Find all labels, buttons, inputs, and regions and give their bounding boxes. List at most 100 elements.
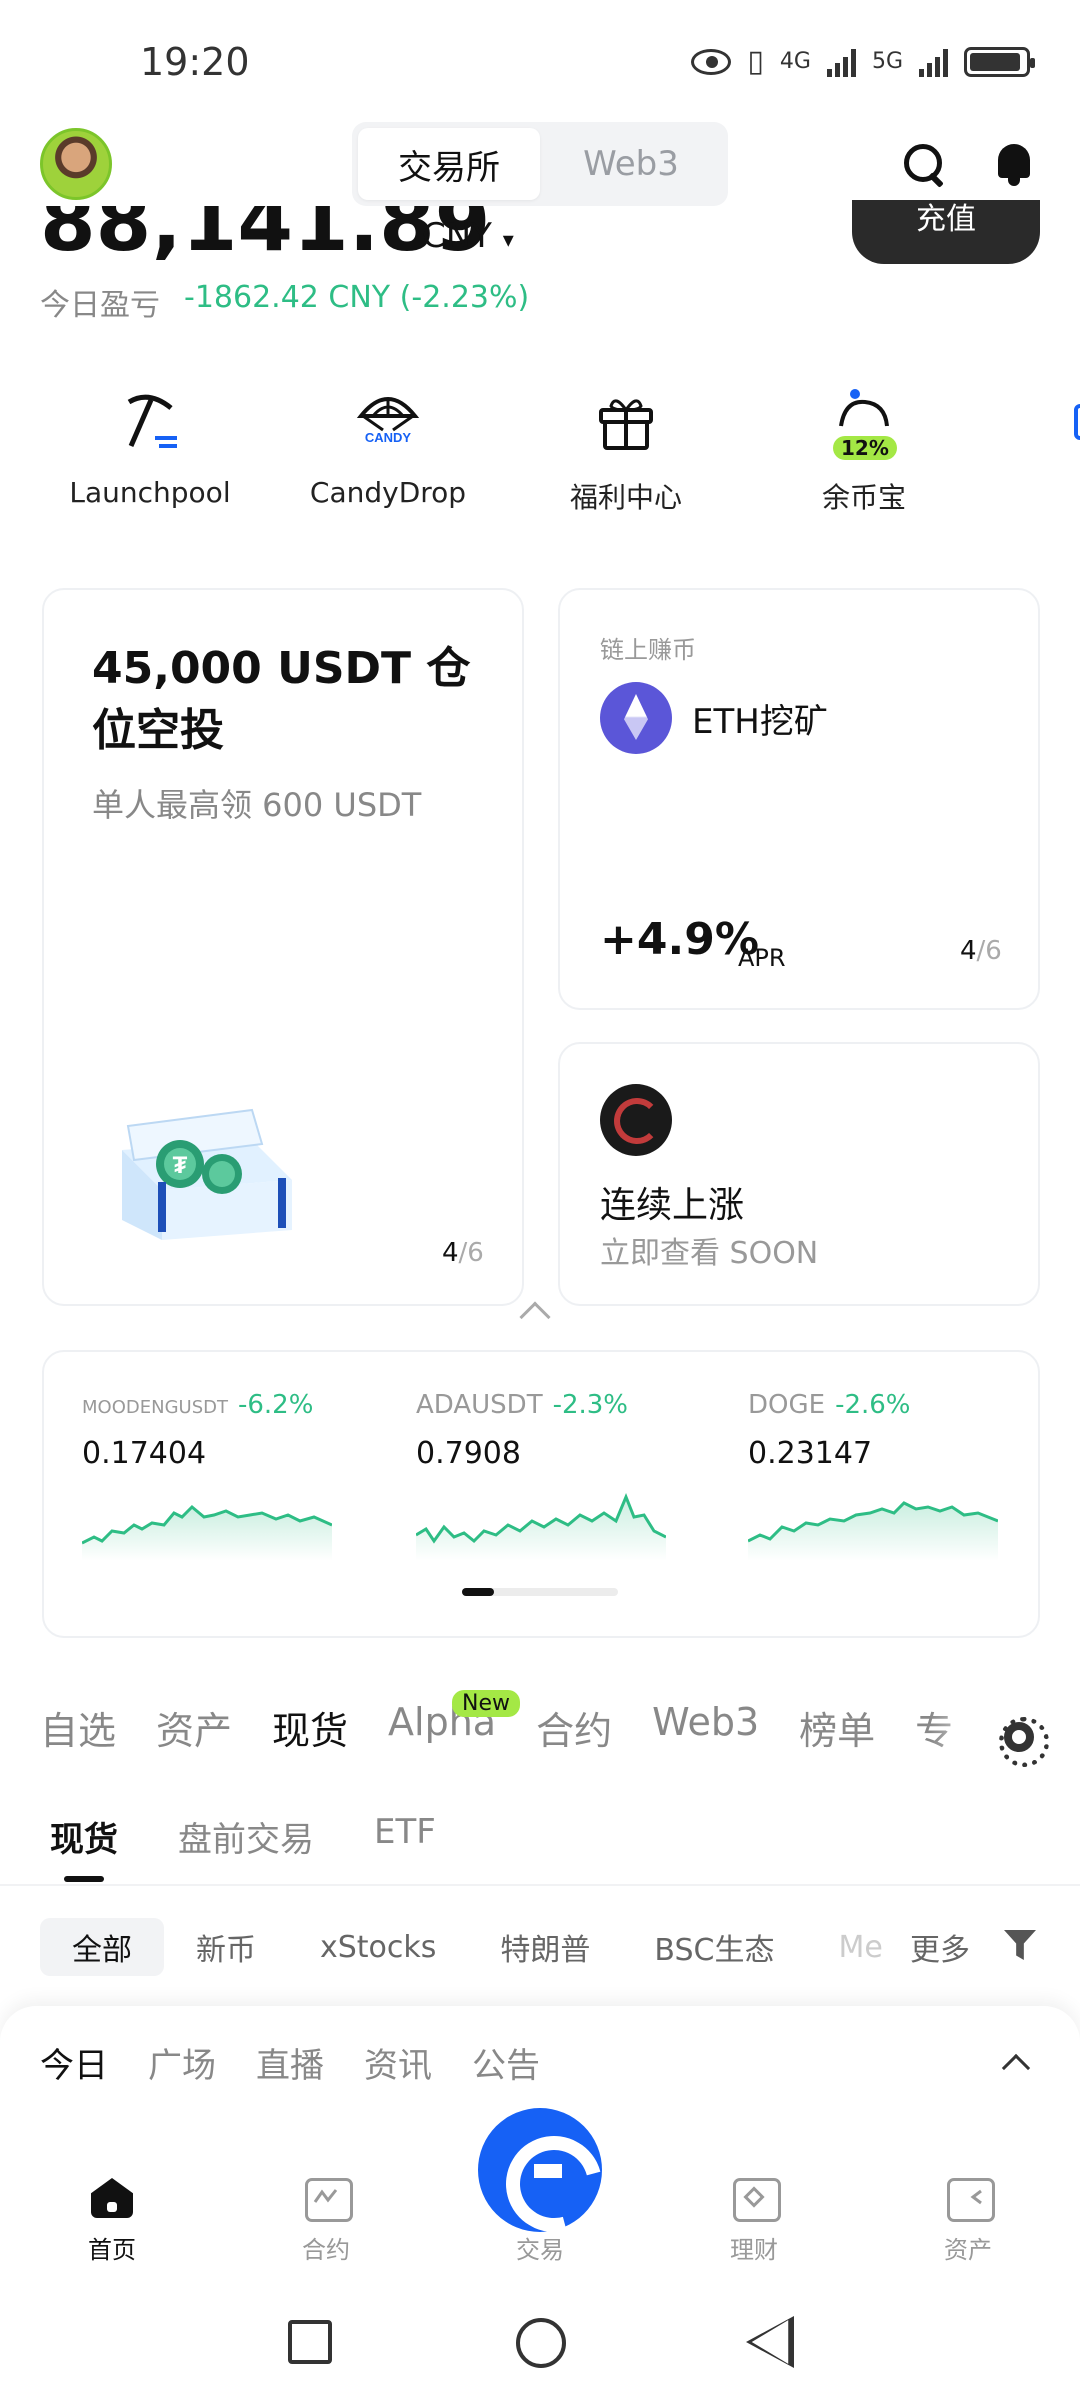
news-tab-live[interactable]: 直播 — [256, 2038, 324, 2087]
ticker-symbol: ADAUSDT — [416, 1390, 543, 1420]
category-chips: 全部 新币 xStocks 特朗普 BSC生态 Me — [40, 1918, 915, 1976]
chevron-up-icon[interactable] — [1001, 2053, 1031, 2083]
ethereum-icon — [600, 682, 672, 754]
subtab-spot[interactable]: 现货 — [50, 1812, 118, 1882]
news-tab-square[interactable]: 广场 — [148, 2038, 216, 2087]
news-tab-news[interactable]: 资讯 — [364, 2038, 432, 2087]
wallet-icon — [947, 2178, 995, 2222]
nav-label: 资产 — [944, 2236, 992, 2264]
home-button[interactable] — [516, 2318, 566, 2368]
quick-entry-launchpool[interactable]: Launchpool — [30, 380, 270, 509]
quick-entry-label: CandyDrop — [309, 476, 467, 509]
nav-futures[interactable]: 合约 — [266, 2178, 386, 2265]
ticker-change: -6.2% — [237, 1390, 314, 1420]
tab-rankings[interactable]: 榜单 — [799, 1700, 875, 1755]
back-button[interactable] — [746, 2316, 794, 2368]
nav-label: 合约 — [302, 2236, 350, 2264]
earn-icon — [733, 2178, 781, 2222]
tab-web3[interactable]: Web3 — [540, 128, 722, 200]
ticker-symbol: DOGE — [748, 1390, 826, 1420]
tab-web3[interactable]: Web3 — [652, 1700, 759, 1755]
search-icon[interactable] — [900, 140, 948, 188]
news-tab-today[interactable]: 今日 — [40, 2038, 108, 2087]
chip-xstocks[interactable]: xStocks — [288, 1918, 468, 1976]
quick-entries: Launchpool CANDY CandyDrop 福利中心 12% 余币宝 — [0, 380, 1080, 530]
chip-meme[interactable]: Me — [806, 1918, 914, 1976]
signal-icon — [919, 47, 948, 77]
nav-assets[interactable]: 资产 — [908, 2178, 1028, 2265]
bell-icon[interactable] — [990, 140, 1038, 188]
ticker-item[interactable]: ADAUSDT -2.3% 0.7908 — [415, 1390, 696, 1565]
exchange-web3-switch[interactable]: 交易所 Web3 — [352, 122, 728, 206]
chip-trump[interactable]: 特朗普 — [468, 1918, 622, 1976]
quick-entry-welfare[interactable]: 福利中心 — [506, 380, 746, 516]
eth-apr-unit: APR — [738, 944, 786, 972]
ticker-item[interactable]: DOGE -2.6% 0.23147 — [747, 1390, 1028, 1565]
nav-earn[interactable]: 理财 — [694, 2178, 814, 2265]
saving-icon: 12% — [829, 386, 899, 460]
nav-label: 首页 — [88, 2236, 136, 2264]
chip-bsc[interactable]: BSC生态 — [622, 1918, 806, 1976]
network-4g-label: 4G — [779, 49, 811, 74]
treasure-chest-icon: ₮ — [102, 1090, 302, 1240]
deposit-button[interactable]: 充值 — [852, 200, 1040, 264]
avatar[interactable] — [40, 128, 112, 200]
quick-entry-savings[interactable]: 12% 余币宝 — [744, 380, 984, 516]
more-button[interactable]: 更多 — [906, 1918, 970, 1976]
svg-text:₮: ₮ — [173, 1152, 188, 1179]
subtab-premarket[interactable]: 盘前交易 — [178, 1812, 314, 1861]
sparkline-chart — [81, 1504, 333, 1561]
currency-selector[interactable]: CNY ▾ — [422, 216, 514, 256]
tab-spot[interactable]: 现货 — [272, 1700, 348, 1755]
status-time: 19:20 — [140, 40, 250, 84]
ticker-price: 0.23147 — [748, 1436, 873, 1471]
battery-icon — [964, 46, 1035, 77]
subtab-etf[interactable]: ETF — [374, 1812, 436, 1861]
collapse-icon[interactable] — [519, 1301, 551, 1333]
status-icons: ▯ 4G 5G — [691, 44, 1035, 79]
trade-button[interactable] — [478, 2108, 602, 2232]
quick-entry-label: 余币宝 — [821, 481, 906, 514]
eth-page-indicator: 4/6 — [960, 936, 1002, 966]
news-tab-announcements[interactable]: 公告 — [472, 2038, 540, 2087]
status-bar: 19:20 ▯ 4G 5G — [0, 0, 1080, 120]
quick-entry-label: 福利中心 — [569, 481, 682, 514]
nav-home[interactable]: 首页 — [52, 2178, 172, 2265]
gear-icon[interactable] — [999, 1717, 1049, 1767]
recents-button[interactable] — [288, 2320, 332, 2364]
pnl-value: -1862.42 CNY (-2.23%) — [184, 280, 530, 315]
ticker-symbol: MOODENGUSDT — [82, 1397, 228, 1418]
carousel-scroll-indicator — [462, 1588, 618, 1596]
filter-icon[interactable] — [1004, 1930, 1036, 1962]
promo-card[interactable]: 45,000 USDT 仓位空投 单人最高领 600 USDT ₮ 4/6 — [42, 588, 524, 1306]
eth-apr-value: +4.9% — [600, 914, 759, 965]
caret-down-icon: ▾ — [502, 228, 514, 253]
tab-assets[interactable]: 资产 — [156, 1700, 232, 1755]
market-tabs: 自选 资产 现货 Alpha 合约 Web3 榜单 专 — [40, 1700, 1000, 1755]
news-tabs: 今日 广场 直播 资讯 公告 — [40, 2038, 540, 2087]
pnl-label: 今日盈亏 — [40, 288, 160, 323]
quick-entry-label: Launchpool — [69, 476, 231, 509]
chip-new[interactable]: 新币 — [164, 1918, 288, 1976]
parachute-icon: CANDY — [353, 386, 423, 456]
apr-badge: 12% — [833, 436, 897, 460]
vibrate-icon: ▯ — [747, 44, 764, 79]
tab-exchange[interactable]: 交易所 — [358, 128, 540, 200]
eth-card-name: ETH挖矿 — [692, 702, 828, 742]
deposit-label: 充值 — [916, 202, 976, 237]
rise-card[interactable]: 连续上涨 立即查看 SOON — [558, 1042, 1040, 1306]
promo-page-indicator: 4/6 — [442, 1238, 484, 1268]
ticker-item[interactable]: MOODENGUSDT -6.2% 0.17404 — [81, 1390, 362, 1565]
eth-mining-card[interactable]: 链上赚币 ETH挖矿 +4.9% APR 4/6 — [558, 588, 1040, 1010]
eth-card-label: 链上赚币 — [600, 636, 696, 664]
promo-subtitle: 单人最高领 600 USDT — [92, 786, 422, 824]
quick-entry-candydrop[interactable]: CANDY CandyDrop — [268, 380, 508, 509]
tab-favorites[interactable]: 自选 — [40, 1700, 116, 1755]
gift-icon — [591, 386, 661, 456]
chip-all[interactable]: 全部 — [40, 1918, 164, 1976]
spot-subtabs: 现货 盘前交易 ETF — [50, 1812, 436, 1882]
ticker-price: 0.17404 — [82, 1436, 207, 1471]
network-5g-label: 5G — [871, 49, 903, 74]
tab-futures[interactable]: 合约 — [536, 1700, 612, 1755]
sparkline-chart — [415, 1493, 667, 1561]
